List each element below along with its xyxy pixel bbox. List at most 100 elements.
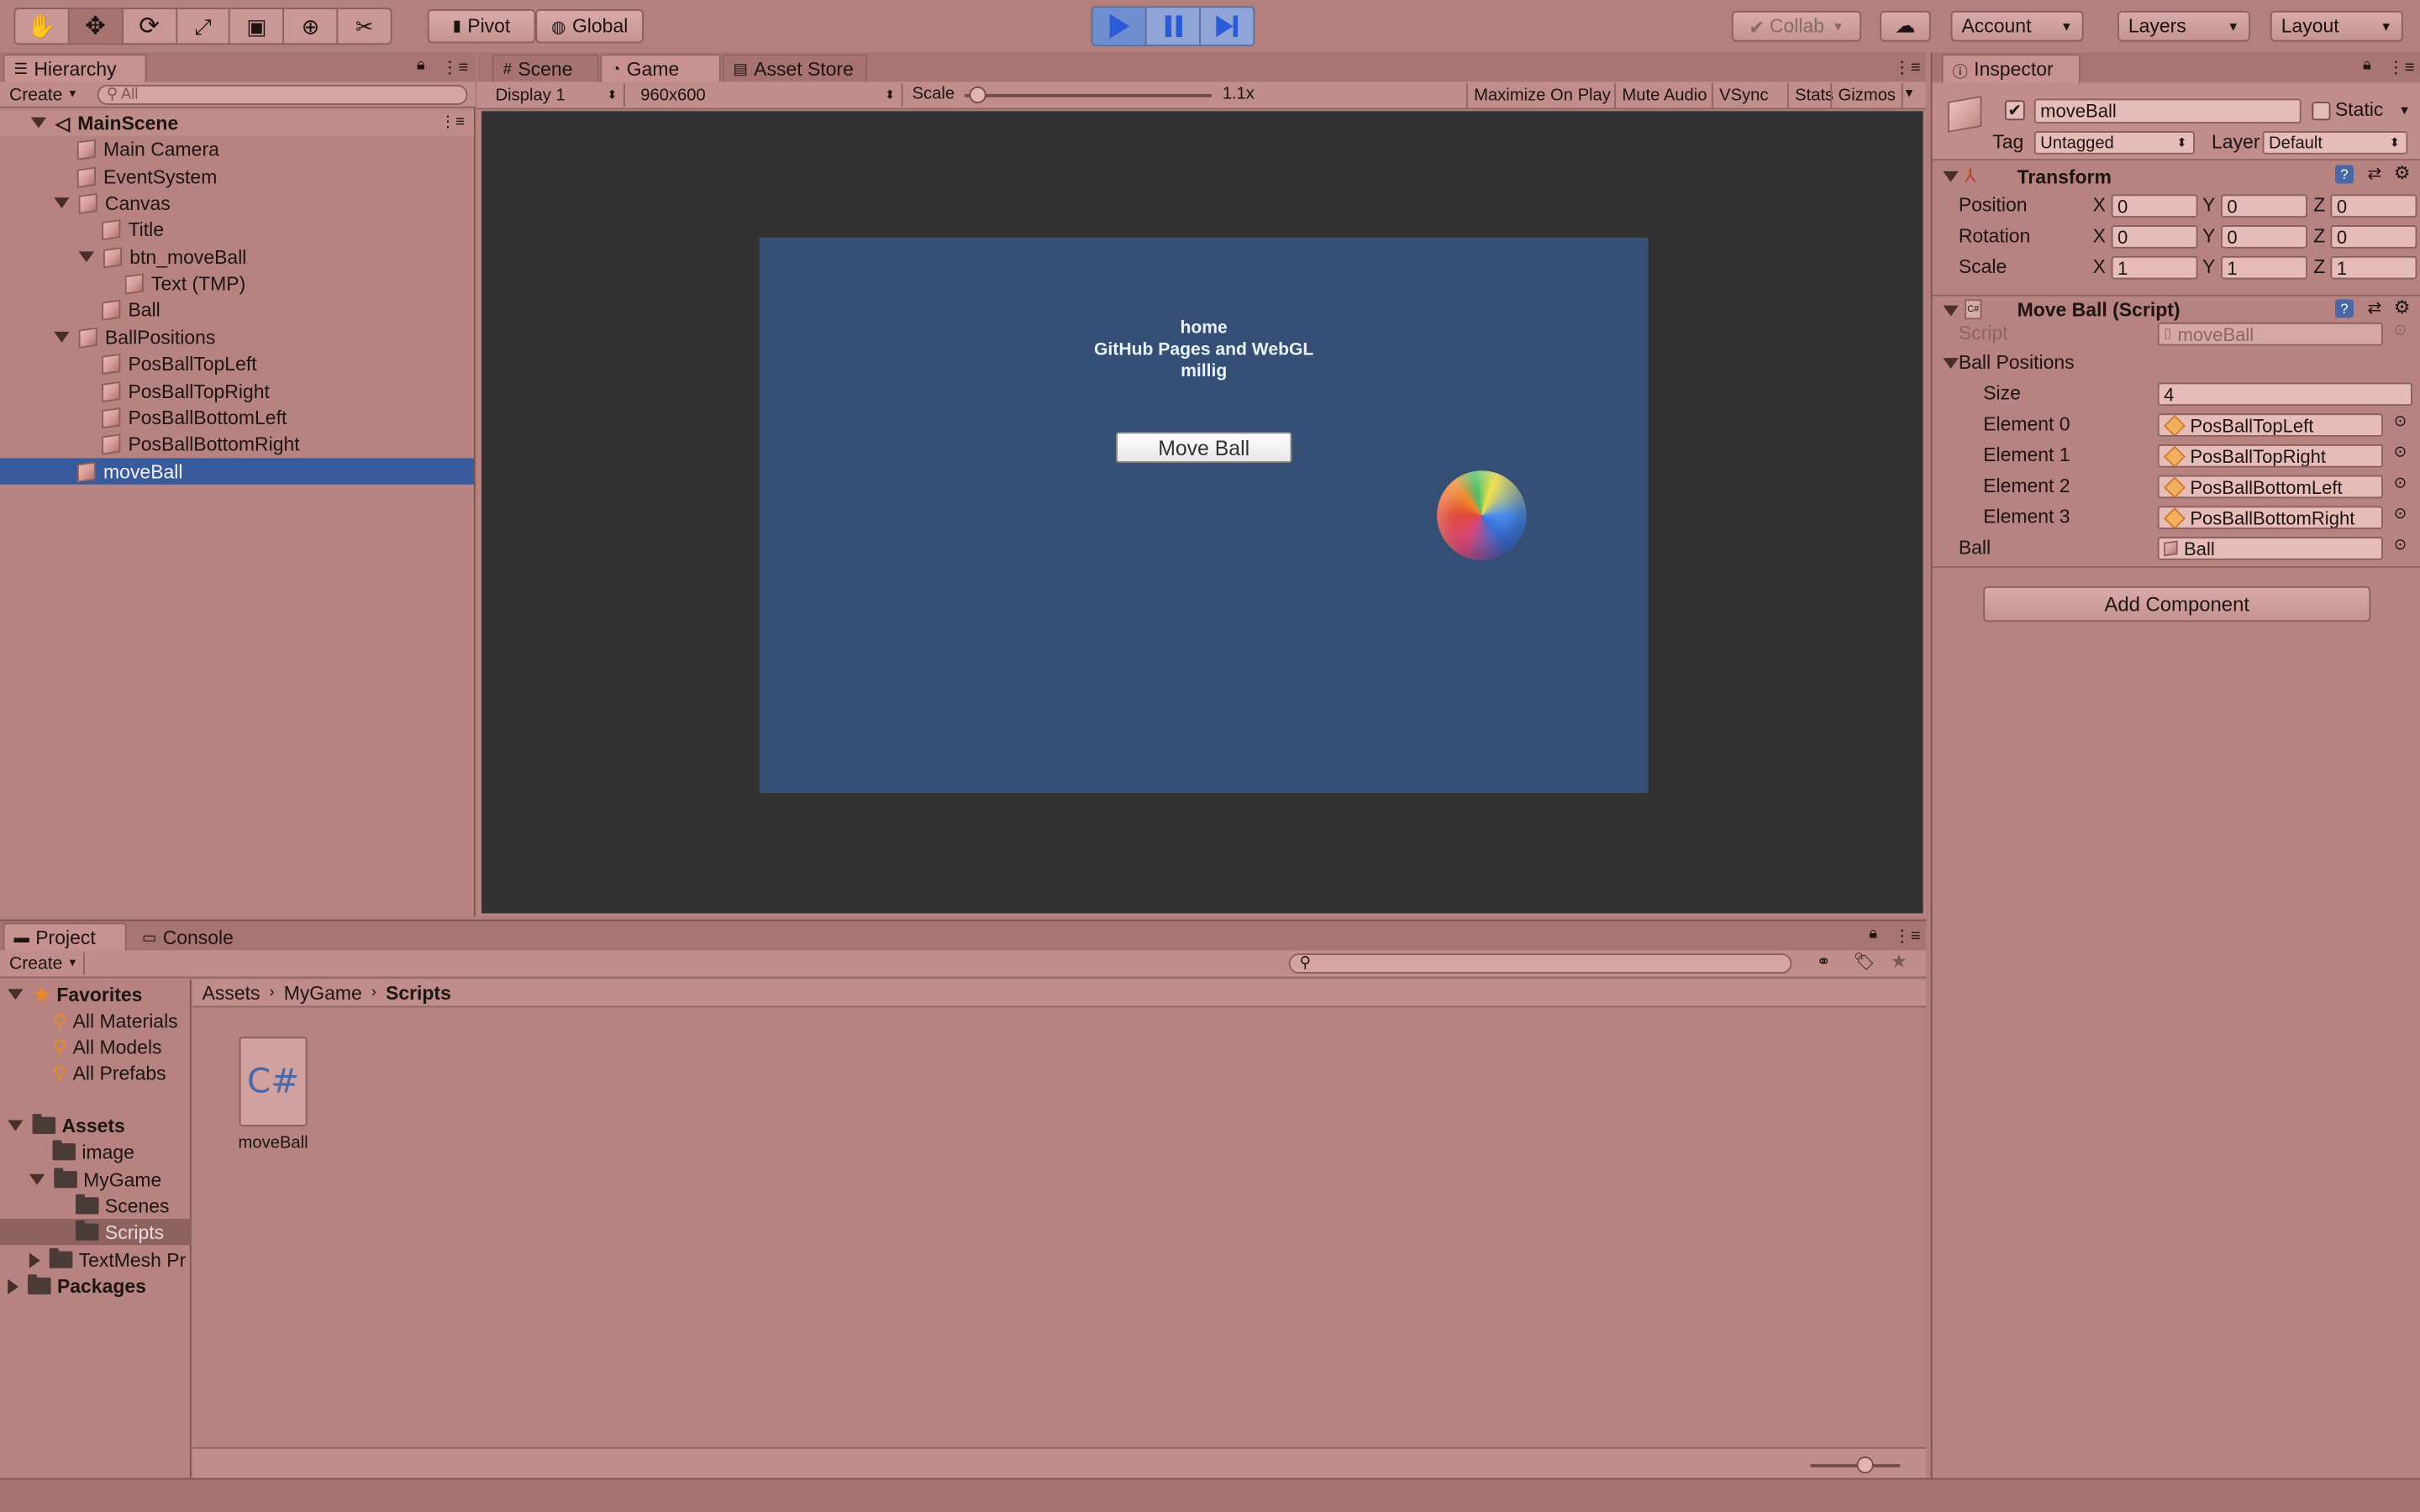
element-3-field[interactable]: PosBallBottomRight	[2157, 506, 2383, 530]
preset-icon[interactable]: ⇄	[2368, 164, 2382, 184]
rotation-x-field[interactable]: 0	[2111, 225, 2198, 249]
assets-row[interactable]: Assets	[0, 1112, 125, 1138]
rotation-z-field[interactable]: 0	[2330, 225, 2417, 249]
icon-size-slider-thumb[interactable]	[1856, 1456, 1874, 1474]
scale-slider-thumb[interactable]	[969, 86, 986, 104]
chevron-down-icon[interactable]: ▼	[2398, 103, 2411, 118]
gizmos-toggle[interactable]: Gizmos	[1830, 83, 1904, 108]
list-item[interactable]: Main Camera	[0, 136, 219, 162]
expand-arrow-icon[interactable]	[30, 117, 47, 129]
move-tool-icon[interactable]: ✥	[69, 9, 124, 44]
list-item[interactable]: ⚲ All Models	[0, 1034, 161, 1060]
object-picker-icon[interactable]: ⊙	[2394, 475, 2407, 492]
expand-arrow-icon[interactable]	[78, 251, 95, 263]
resolution-dropdown[interactable]: 960x600 ⬍	[634, 83, 903, 107]
breadcrumb-item[interactable]: MyGame	[284, 982, 362, 1004]
position-x-field[interactable]: 0	[2111, 194, 2198, 218]
panel-menu-icon[interactable]: ⋮≡	[441, 57, 468, 77]
gear-icon[interactable]: ⚙	[2394, 297, 2411, 318]
list-item[interactable]: EventSystem	[0, 164, 217, 190]
static-checkbox[interactable]	[2312, 102, 2331, 121]
hand-tool-icon[interactable]: ✋	[15, 9, 70, 44]
lock-icon[interactable]: 🔒︎	[2363, 57, 2371, 74]
list-item[interactable]: TextMesh Pr	[0, 1247, 186, 1273]
list-item[interactable]: Canvas	[0, 190, 171, 216]
element-1-field[interactable]: PosBallTopRight	[2157, 444, 2383, 468]
lock-icon[interactable]: 🔒︎	[417, 57, 425, 74]
panel-menu-icon[interactable]: ⋮≡	[2387, 57, 2414, 77]
scale-slider[interactable]	[964, 86, 1212, 104]
step-button[interactable]	[1200, 8, 1254, 45]
object-picker-icon[interactable]: ⊙	[2394, 537, 2407, 554]
tab-console[interactable]: ▭ Console	[131, 922, 255, 952]
ball-field[interactable]: Ball	[2157, 537, 2383, 560]
list-item[interactable]: ⚲ All Materials	[0, 1007, 177, 1033]
list-item[interactable]: Ball	[0, 297, 160, 323]
rotation-y-field[interactable]: 0	[2221, 225, 2307, 249]
panel-menu-icon[interactable]: ⋮≡	[1894, 57, 1921, 77]
object-picker-icon[interactable]: ⊙	[2394, 444, 2407, 461]
expand-arrow-icon[interactable]	[29, 1173, 45, 1185]
list-item[interactable]: btn_moveBall	[0, 244, 246, 270]
hierarchy-search[interactable]: ⚲ All	[97, 85, 468, 105]
fold-arrow-icon[interactable]	[1943, 171, 1959, 182]
expand-arrow-icon[interactable]	[54, 331, 70, 343]
scene-row[interactable]: ◁ MainScene ⋮≡	[0, 109, 474, 136]
expand-arrow-icon[interactable]	[54, 197, 70, 208]
tab-game[interactable]: ◔ Game	[600, 54, 721, 84]
list-item[interactable]: PosBallTopLeft	[0, 350, 257, 376]
gear-icon[interactable]: ⚙	[2394, 162, 2411, 184]
mute-audio-toggle[interactable]: Mute Audio	[1614, 83, 1713, 108]
cloud-button[interactable]: ☁	[1880, 10, 1931, 42]
chevron-down-icon[interactable]: ▼	[1903, 87, 1916, 101]
move-ball-button[interactable]: Move Ball	[1115, 432, 1292, 464]
maximize-on-play-toggle[interactable]: Maximize On Play	[1465, 83, 1617, 108]
rect-tool-icon[interactable]: ▣	[230, 9, 285, 44]
size-field[interactable]: 4	[2157, 382, 2412, 407]
list-item[interactable]: PosBallBottomRight	[0, 430, 300, 456]
collapse-arrow-icon[interactable]	[29, 1252, 40, 1268]
object-picker-icon[interactable]: ⊙	[2394, 506, 2407, 522]
list-item[interactable]: Title	[0, 216, 164, 242]
element-0-field[interactable]: PosBallTopLeft	[2157, 413, 2383, 437]
element-2-field[interactable]: PosBallBottomLeft	[2157, 475, 2383, 499]
create-dropdown[interactable]: Create ▼	[9, 83, 78, 107]
preset-icon[interactable]: ⇄	[2368, 297, 2382, 318]
scale-tool-icon[interactable]: ⤢	[176, 9, 231, 44]
custom-tool-icon[interactable]: ✂	[339, 9, 391, 43]
scale-z-field[interactable]: 1	[2330, 255, 2417, 280]
play-button[interactable]	[1092, 8, 1147, 45]
tag-dropdown[interactable]: Untagged ⬍	[2033, 131, 2195, 155]
list-item[interactable]: BallPositions	[0, 324, 215, 350]
list-item[interactable]: Scenes	[0, 1193, 169, 1219]
object-name-field[interactable]: moveBall	[2033, 98, 2302, 123]
add-component-button[interactable]: Add Component	[1983, 585, 2371, 622]
breadcrumb-item-current[interactable]: Scripts	[386, 982, 451, 1004]
breadcrumb-item[interactable]: Assets	[203, 982, 260, 1004]
position-y-field[interactable]: 0	[2221, 194, 2307, 218]
scene-menu-icon[interactable]: ⋮≡	[440, 114, 465, 131]
panel-menu-icon[interactable]: ⋮≡	[1894, 926, 1921, 946]
collapse-arrow-icon[interactable]	[8, 1278, 19, 1294]
packages-row[interactable]: Packages	[0, 1273, 146, 1299]
fold-arrow-icon[interactable]	[1943, 305, 1959, 317]
list-item[interactable]: Text (TMP)	[0, 270, 245, 296]
icon-size-slider[interactable]	[1810, 1456, 1901, 1474]
tab-inspector[interactable]: ⓘ Inspector	[1941, 54, 2081, 84]
position-z-field[interactable]: 0	[2330, 194, 2417, 218]
pivot-button[interactable]: ▮ Pivot	[427, 9, 536, 44]
pause-button[interactable]	[1146, 8, 1201, 45]
rotate-tool-icon[interactable]: ⟳	[123, 9, 177, 44]
layout-dropdown[interactable]: Layout ▼	[2270, 10, 2403, 42]
fold-arrow-icon[interactable]	[1943, 358, 1959, 369]
object-picker-icon[interactable]: ⊙	[2394, 413, 2407, 430]
display-dropdown[interactable]: Display 1 ⬍	[489, 83, 625, 107]
filter-by-label-icon[interactable]: 🏷︎	[1854, 952, 1876, 972]
help-icon[interactable]: ?	[2334, 165, 2354, 184]
filter-by-type-icon[interactable]: ⚭	[1817, 952, 1831, 972]
collab-button[interactable]: ✔ Collab ▼	[1731, 10, 1862, 42]
project-search[interactable]: ⚲	[1288, 953, 1792, 974]
tab-asset-store[interactable]: ▤ Asset Store	[722, 54, 868, 84]
favorites-row[interactable]: ★ Favorites	[0, 981, 142, 1007]
list-item[interactable]: ⚲ All Prefabs	[0, 1060, 166, 1086]
